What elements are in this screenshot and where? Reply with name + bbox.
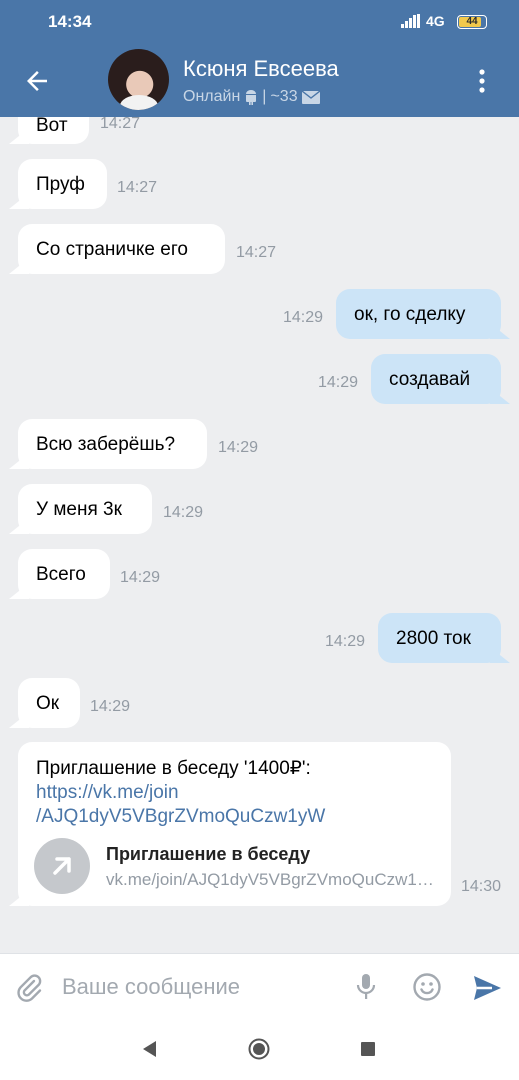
- invite-link[interactable]: https://vk.me/join /AJQ1dyV5VBgrZVmoQuCz…: [36, 781, 433, 829]
- link-preview-title[interactable]: Приглашение в беседу: [106, 842, 310, 866]
- message-list[interactable]: Вот 14:27 Пруф 14:27 Со страничке его 14…: [0, 117, 519, 953]
- message-time: 14:27: [117, 179, 158, 196]
- online-status: Онлайн: [183, 88, 241, 105]
- android-icon: [246, 90, 257, 105]
- message-time: 14:29: [283, 309, 324, 326]
- last-seen-count: ~33: [270, 88, 298, 105]
- message-bubble[interactable]: Пруф: [18, 159, 107, 209]
- avatar[interactable]: [108, 49, 169, 110]
- message-time: 14:29: [90, 698, 131, 715]
- message-text: создавай: [389, 369, 471, 390]
- arrow-up-right-icon: [53, 857, 71, 875]
- message-time: 14:30: [461, 878, 502, 895]
- message-time: 14:29: [120, 569, 161, 586]
- message-composer: Ваше сообщение: [0, 953, 519, 1019]
- message-bubble[interactable]: Вот: [18, 117, 89, 144]
- smile-icon[interactable]: [412, 972, 442, 1002]
- more-vertical-icon[interactable]: [470, 66, 494, 96]
- message-text: ок, го сделку: [354, 304, 466, 325]
- system-nav-bar: [0, 1019, 519, 1080]
- message-text: 2800 ток: [396, 628, 471, 649]
- separator: |: [262, 88, 267, 105]
- message-text: Всего: [36, 564, 86, 585]
- message-bubble[interactable]: ок, го сделку: [336, 289, 501, 339]
- message-time: 14:27: [100, 117, 141, 132]
- message-text: Ок: [36, 693, 60, 714]
- message-text: Всю заберёшь?: [36, 434, 176, 455]
- link-preview-icon[interactable]: [34, 838, 90, 894]
- contact-name[interactable]: Ксюня Евсеева: [183, 56, 339, 82]
- status-bar: 14:34 4G 44: [0, 0, 519, 44]
- message-time: 14:27: [236, 244, 277, 261]
- microphone-icon[interactable]: [354, 972, 378, 1002]
- invite-link-line[interactable]: https://vk.me/join: [36, 781, 433, 805]
- signal-icon: [401, 14, 420, 28]
- battery-icon: 44: [457, 15, 487, 29]
- paperclip-icon[interactable]: [16, 972, 42, 1002]
- message-text: Вот: [36, 117, 68, 136]
- message-text: У меня 3к: [36, 499, 122, 520]
- home-circle-icon[interactable]: [248, 1038, 270, 1060]
- invite-link-line[interactable]: /AJQ1dyV5VBgrZVmoQuCzw1yW: [36, 805, 433, 829]
- back-triangle-icon[interactable]: [139, 1038, 161, 1060]
- message-bubble[interactable]: Всю заберёшь?: [18, 419, 207, 469]
- chat-header: Ксюня Евсеева Онлайн | ~33: [0, 44, 519, 117]
- message-time: 14:29: [163, 504, 204, 521]
- link-preview-url[interactable]: vk.me/join/AJQ1dyV5VBgrZVmoQuCzw1yW: [106, 868, 436, 892]
- message-time: 14:29: [218, 439, 259, 456]
- battery-level: 44: [466, 16, 478, 27]
- mail-icon: [301, 90, 320, 104]
- message-bubble[interactable]: Со страничке его: [18, 224, 225, 274]
- arrow-left-icon[interactable]: [22, 66, 52, 96]
- message-bubble[interactable]: У меня 3к: [18, 484, 152, 534]
- message-time: 14:29: [318, 374, 359, 391]
- message-input[interactable]: Ваше сообщение: [62, 974, 240, 1000]
- send-icon[interactable]: [472, 974, 502, 1002]
- message-bubble[interactable]: Всего: [18, 549, 110, 599]
- invite-message[interactable]: Приглашение в беседу '1400₽': https://vk…: [18, 742, 451, 906]
- message-bubble[interactable]: 2800 ток: [378, 613, 501, 663]
- network-type: 4G: [426, 13, 445, 29]
- message-time: 14:29: [325, 633, 366, 650]
- invite-text: Приглашение в беседу '1400₽':: [36, 758, 311, 779]
- recents-square-icon[interactable]: [357, 1038, 379, 1060]
- status-time: 14:34: [48, 12, 92, 31]
- message-text: Со страничке его: [36, 239, 188, 260]
- message-bubble[interactable]: Ок: [18, 678, 80, 728]
- message-text: Пруф: [36, 174, 85, 195]
- message-bubble[interactable]: создавай: [371, 354, 501, 404]
- contact-status: Онлайн | ~33: [183, 88, 320, 106]
